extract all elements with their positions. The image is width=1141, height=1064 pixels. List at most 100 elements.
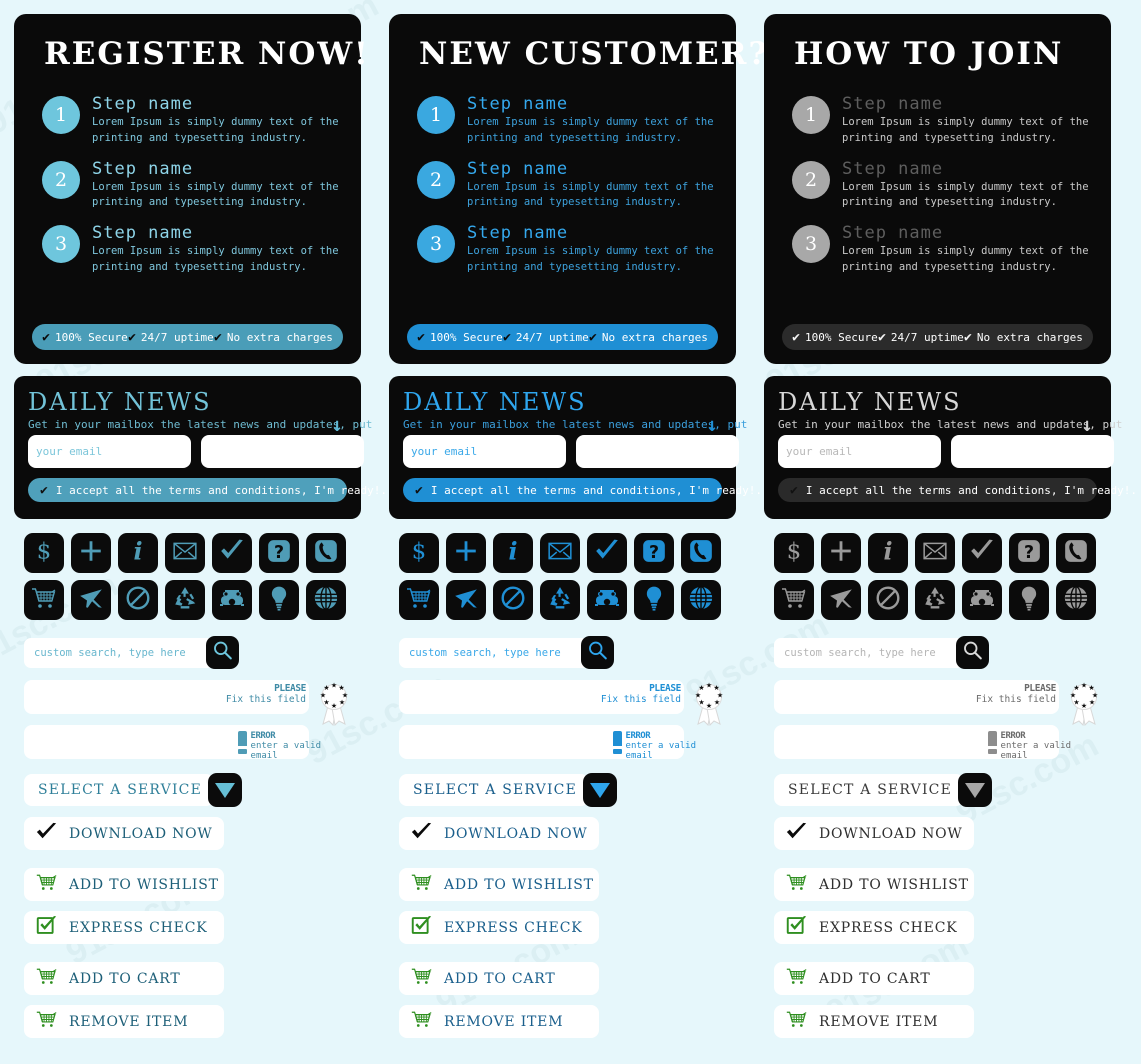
action-button-download-now[interactable]: DOWNLOAD NOW [399,817,599,850]
action-button-label: ADD TO WISHLIST [444,876,594,893]
action-button-express-check[interactable]: EXPRESS CHECK [774,911,974,944]
action-button-add-to-wishlist[interactable]: ADD TO WISHLIST [774,868,974,901]
search-button[interactable] [206,636,239,669]
question-box-icon-button[interactable] [259,533,299,573]
secure-feature: ✔ 24/7 uptime [503,330,589,345]
search-button[interactable] [956,636,989,669]
checkmark-icon-button[interactable] [587,533,627,573]
service-select-label[interactable]: SELECT A SERVICE [774,774,964,806]
action-button-download-now[interactable]: DOWNLOAD NOW [774,817,974,850]
email-input[interactable] [28,435,191,468]
action-button-remove-item[interactable]: REMOVE ITEM [24,1005,224,1038]
globe-icon-button[interactable] [1056,580,1096,620]
service-select[interactable]: SELECT A SERVICE [14,773,361,807]
shopping-cart-icon-button[interactable] [774,580,814,620]
secure-feature: ✔ No extra charges [589,330,708,345]
checkmark-icon-button[interactable] [212,533,252,573]
no-entry-icon-button[interactable] [868,580,908,620]
action-button-express-check[interactable]: EXPRESS CHECK [24,911,224,944]
info-icon [875,538,901,568]
checkmark-icon-button[interactable] [962,533,1002,573]
shopping-cart-icon-button[interactable] [24,580,64,620]
lightbulb-icon-button[interactable] [634,580,674,620]
secondary-input[interactable] [951,435,1114,468]
plus-icon-button[interactable] [446,533,486,573]
question-box-icon-button[interactable] [634,533,674,573]
action-button-add-to-cart[interactable]: ADD TO CART [24,962,224,995]
lightbulb-icon-button[interactable] [259,580,299,620]
shopping-cart-icon-button[interactable] [399,580,439,620]
no-entry-icon-button[interactable] [118,580,158,620]
dollar-icon [781,538,807,568]
info-icon-button[interactable] [868,533,908,573]
telephone-icon [969,585,995,615]
no-entry-icon-button[interactable] [493,580,533,620]
info-icon-button[interactable] [118,533,158,573]
action-button-add-to-wishlist[interactable]: ADD TO WISHLIST [399,868,599,901]
action-button-label: ADD TO WISHLIST [69,876,219,893]
caret-down-button[interactable] [958,773,992,807]
terms-accept-checkbox[interactable]: ✔ I accept all the terms and conditions,… [778,478,1137,502]
terms-accept-checkbox[interactable]: ✔ I accept all the terms and conditions,… [28,478,387,502]
search-input[interactable] [774,637,964,668]
service-select[interactable]: SELECT A SERVICE [389,773,736,807]
globe-icon-button[interactable] [681,580,721,620]
caret-down-button[interactable] [208,773,242,807]
dollar-icon [31,538,57,568]
dollar-icon-button[interactable] [24,533,64,573]
envelope-icon-button[interactable] [540,533,580,573]
action-button-add-to-wishlist[interactable]: ADD TO WISHLIST [24,868,224,901]
envelope-icon-button[interactable] [165,533,205,573]
telephone-icon-button[interactable] [212,580,252,620]
phone-handset-icon-button[interactable] [306,533,346,573]
checkmark-icon [219,538,245,568]
action-button-label: EXPRESS CHECK [444,919,583,936]
recycle-icon-button[interactable] [915,580,955,620]
error-heading: ERROR [1000,731,1026,741]
step-item: 3 Step name Lorem Ipsum is simply dummy … [42,223,341,276]
phone-handset-icon-button[interactable] [1056,533,1096,573]
phone-handset-icon-button[interactable] [681,533,721,573]
newsletter-title: DAILY NEWS [28,388,212,416]
terms-accept-checkbox[interactable]: ✔ I accept all the terms and conditions,… [403,478,762,502]
action-button-add-to-cart[interactable]: ADD TO CART [399,962,599,995]
search-input[interactable] [24,637,214,668]
airplane-icon-button[interactable] [446,580,486,620]
step-item: 1 Step name Lorem Ipsum is simply dummy … [42,94,341,147]
airplane-icon-button[interactable] [71,580,111,620]
info-icon-button[interactable] [493,533,533,573]
search-input[interactable] [399,637,589,668]
lightbulb-icon-button[interactable] [1009,580,1049,620]
service-select[interactable]: SELECT A SERVICE [764,773,1111,807]
email-input[interactable] [778,435,941,468]
email-input[interactable] [403,435,566,468]
secondary-input[interactable] [576,435,739,468]
caret-down-button[interactable] [583,773,617,807]
action-button-remove-item[interactable]: REMOVE ITEM [399,1005,599,1038]
telephone-icon-button[interactable] [587,580,627,620]
secure-label: 100% Secure [54,330,128,344]
globe-icon-button[interactable] [306,580,346,620]
envelope-icon-button[interactable] [915,533,955,573]
telephone-icon-button[interactable] [962,580,1002,620]
recycle-icon-button[interactable] [540,580,580,620]
plus-icon-button[interactable] [821,533,861,573]
action-button-add-to-cart[interactable]: ADD TO CART [774,962,974,995]
secondary-input[interactable] [201,435,364,468]
search-button[interactable] [581,636,614,669]
plus-icon-button[interactable] [71,533,111,573]
question-box-icon-button[interactable] [1009,533,1049,573]
service-select-label[interactable]: SELECT A SERVICE [399,774,589,806]
airplane-icon-button[interactable] [821,580,861,620]
dollar-icon-button[interactable] [774,533,814,573]
action-button-download-now[interactable]: DOWNLOAD NOW [24,817,224,850]
check-black-icon [36,821,57,846]
step-desc-line: Lorem Ipsum is simply dummy text of the [467,245,714,257]
recycle-icon-button[interactable] [165,580,205,620]
newsletter-inputs [28,435,364,468]
service-select-label[interactable]: SELECT A SERVICE [24,774,214,806]
action-button-express-check[interactable]: EXPRESS CHECK [399,911,599,944]
ui-kit-column-gray: HOW TO JOIN 1 Step name Lorem Ipsum is s… [750,0,1137,1064]
dollar-icon-button[interactable] [399,533,439,573]
action-button-remove-item[interactable]: REMOVE ITEM [774,1005,974,1038]
